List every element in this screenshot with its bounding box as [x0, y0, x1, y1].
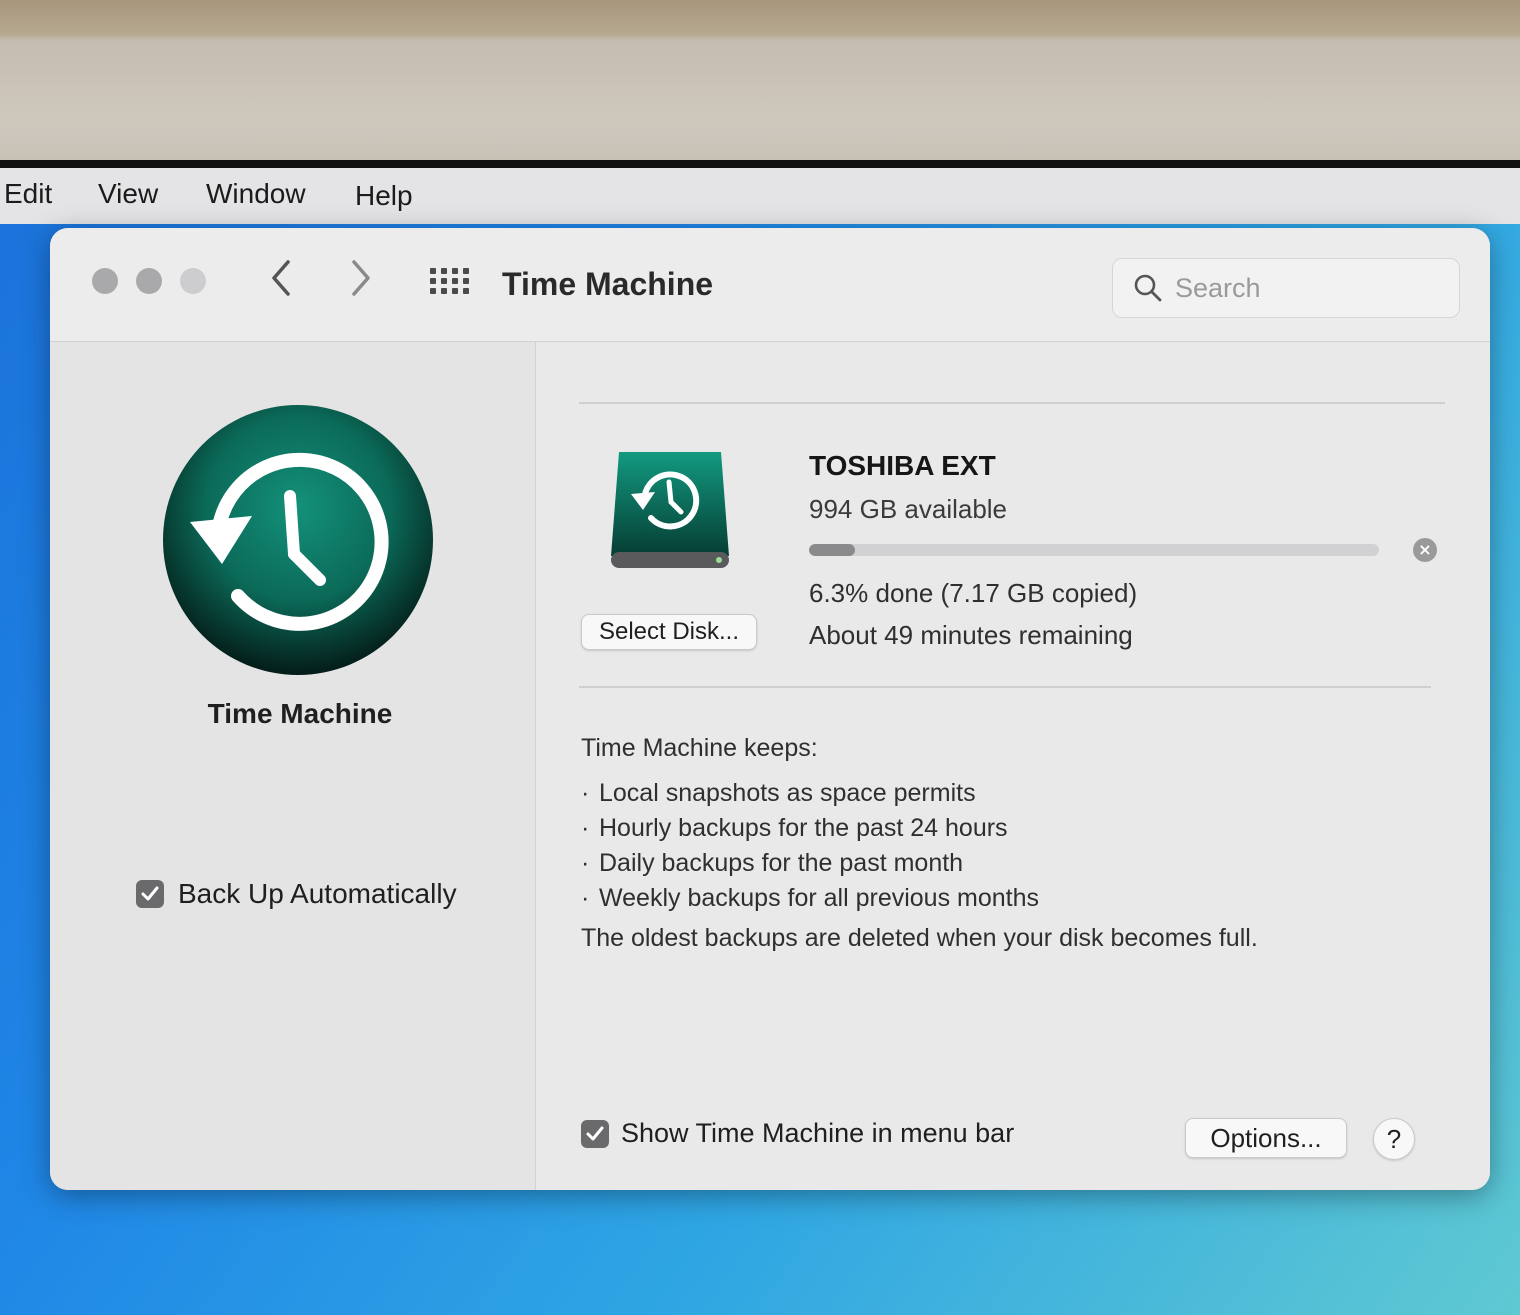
- keeps-title: Time Machine keeps:: [581, 734, 818, 762]
- time-machine-icon: [162, 404, 434, 681]
- menu-window[interactable]: Window: [206, 178, 306, 210]
- menu-edit[interactable]: Edit: [4, 178, 52, 210]
- show-in-menu-bar-checkbox[interactable]: [581, 1120, 609, 1148]
- chevron-left-icon[interactable]: [268, 258, 294, 306]
- grid-icon[interactable]: [430, 268, 470, 298]
- preferences-window: Time Machine Search Time Machine Back Up…: [50, 228, 1490, 1190]
- options-button[interactable]: Options...: [1185, 1118, 1347, 1158]
- middle-divider: [579, 686, 1431, 688]
- chevron-right-icon[interactable]: [348, 258, 374, 306]
- list-item: · Local snapshots as space permits: [581, 779, 976, 807]
- back-up-automatically-label: Back Up Automatically: [178, 878, 457, 909]
- progress-status: 6.3% done (7.17 GB copied): [809, 578, 1138, 608]
- sidebar: Time Machine Back Up Automatically: [50, 342, 536, 1190]
- list-item: · Hourly backups for the past 24 hours: [581, 814, 1008, 842]
- search-field[interactable]: [1112, 258, 1460, 318]
- disk-name: TOSHIBA EXT: [809, 450, 996, 481]
- back-up-automatically-checkbox[interactable]: [136, 880, 164, 908]
- main-panel: Select Disk... TOSHIBA EXT 994 GB availa…: [537, 342, 1490, 1190]
- menu-help[interactable]: Help: [355, 180, 413, 212]
- list-item: · Daily backups for the past month: [581, 849, 964, 877]
- close-circle-icon[interactable]: ×: [1413, 538, 1437, 562]
- top-divider: [579, 402, 1445, 404]
- checkmark-icon: [141, 886, 159, 901]
- help-button[interactable]: ?: [1373, 1118, 1415, 1160]
- select-disk-button[interactable]: Select Disk...: [581, 614, 757, 650]
- disk-available: 994 GB available: [809, 494, 1008, 524]
- sidebar-title: Time Machine: [207, 698, 393, 729]
- keeps-list: · Local snapshots as space permits · Hourl…: [581, 776, 1039, 916]
- menu-view[interactable]: View: [98, 178, 158, 210]
- backup-disk-icon: [609, 448, 733, 579]
- menu-bar: Edit View Window Help: [0, 168, 1520, 224]
- checkmark-icon: [586, 1126, 604, 1141]
- window-title: Time Machine: [502, 266, 714, 302]
- backup-progress-fill: [809, 544, 855, 556]
- minimize-window-button[interactable]: [136, 268, 162, 294]
- time-remaining: About 49 minutes remaining: [809, 620, 1133, 650]
- title-bar: Time Machine: [50, 228, 1490, 342]
- search-input[interactable]: [1175, 269, 1445, 307]
- list-item: · Weekly backups for all previous months: [581, 884, 1040, 912]
- show-in-menu-bar-label: Show Time Machine in menu bar: [621, 1118, 1015, 1148]
- monitor-bezel: [0, 0, 1520, 168]
- close-window-button[interactable]: [92, 268, 118, 294]
- zoom-window-button[interactable]: [180, 268, 206, 294]
- backup-progress-bar: [809, 544, 1379, 556]
- magnifier-icon: [1134, 274, 1162, 302]
- oldest-backups-note: The oldest backups are deleted when your…: [581, 924, 1258, 952]
